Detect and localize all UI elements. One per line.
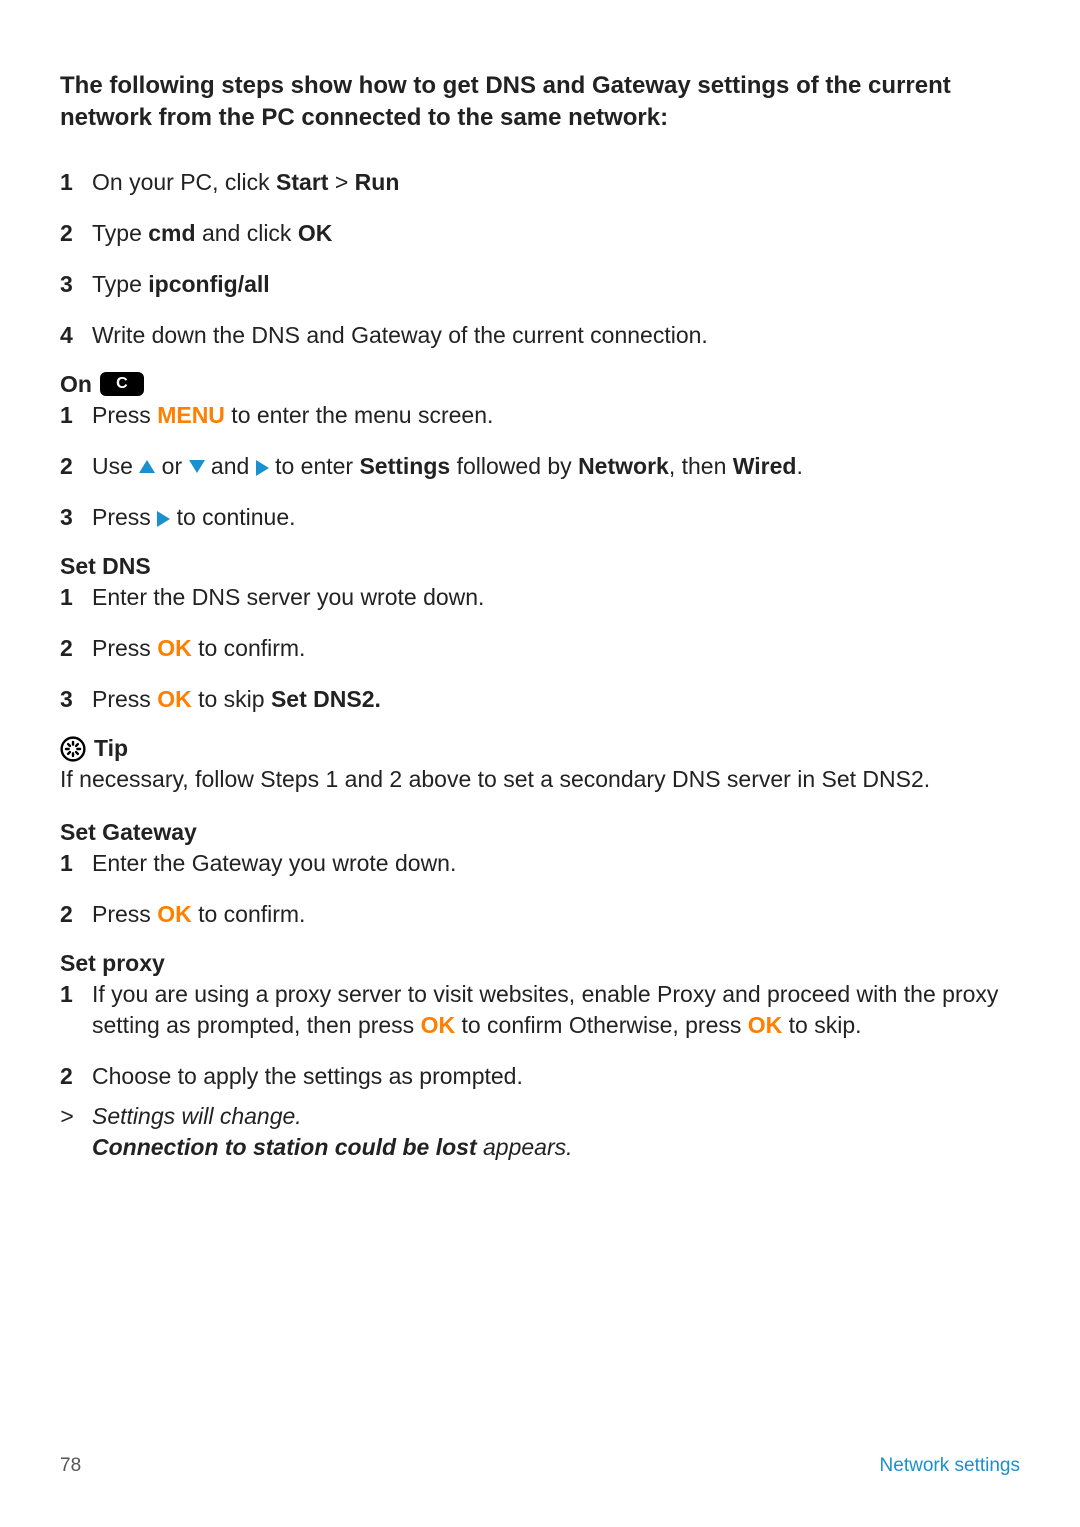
text: Enter the DNS server you wrote down. <box>92 584 484 610</box>
proxy-steps-list: If you are using a proxy server to visit… <box>60 979 1020 1092</box>
text: Type <box>92 220 148 246</box>
text: . <box>796 453 802 479</box>
gateway-steps-list: Enter the Gateway you wrote down. Press … <box>60 848 1020 930</box>
page-number: 78 <box>60 1455 81 1477</box>
result-line-1: Settings will change. <box>92 1103 302 1129</box>
proxy-step-1: If you are using a proxy server to visit… <box>60 979 1020 1041</box>
tip-body: If necessary, follow Steps 1 and 2 above… <box>60 764 1020 795</box>
text: followed by <box>450 453 578 479</box>
text: to confirm. <box>192 901 306 927</box>
page: The following steps show how to get DNS … <box>0 0 1080 1527</box>
page-footer: 78 Network settings <box>60 1455 1020 1477</box>
pc-steps-list: On your PC, click Start > Run Type cmd a… <box>60 167 1020 351</box>
bold: ipconfig/all <box>148 271 269 297</box>
arrow-right-icon <box>256 460 269 476</box>
tip-heading: Tip <box>60 735 1020 762</box>
pc-step-3: Type ipconfig/all <box>60 269 1020 300</box>
tip-label: Tip <box>94 735 128 762</box>
bold: Wired <box>733 453 797 479</box>
bold: OK <box>298 220 333 246</box>
result-marker: > <box>60 1101 73 1132</box>
dns-step-1: Enter the DNS server you wrote down. <box>60 582 1020 613</box>
text: to skip <box>192 686 271 712</box>
text: , then <box>669 453 733 479</box>
ok-label: OK <box>157 635 192 661</box>
device-c-badge-icon: C <box>100 372 144 396</box>
text: or <box>155 453 188 479</box>
bold: cmd <box>148 220 195 246</box>
text: Press <box>92 635 157 661</box>
set-dns-heading: Set DNS <box>60 553 1020 580</box>
device-step-3: Press to continue. <box>60 502 1020 533</box>
text: Write down the DNS and Gateway of the cu… <box>92 322 708 348</box>
set-proxy-heading: Set proxy <box>60 950 1020 977</box>
gw-step-1: Enter the Gateway you wrote down. <box>60 848 1020 879</box>
bold: Start <box>276 169 328 195</box>
device-step-2: Use or and to enter Settings followed by… <box>60 451 1020 482</box>
pc-step-4: Write down the DNS and Gateway of the cu… <box>60 320 1020 351</box>
text: Press <box>92 402 157 428</box>
arrow-down-icon <box>189 460 205 473</box>
pc-step-1: On your PC, click Start > Run <box>60 167 1020 198</box>
ok-label: OK <box>157 901 192 927</box>
dns-step-2: Press OK to confirm. <box>60 633 1020 664</box>
bold: Settings <box>359 453 450 479</box>
on-device-heading: On C <box>60 371 1020 398</box>
result-line-2-post: appears. <box>477 1134 573 1160</box>
text: Press <box>92 504 157 530</box>
pc-step-2: Type cmd and click OK <box>60 218 1020 249</box>
result-note: > Settings will change. Connection to st… <box>60 1101 1020 1163</box>
dns-step-3: Press OK to skip Set DNS2. <box>60 684 1020 715</box>
text: Enter the Gateway you wrote down. <box>92 850 456 876</box>
text: Press <box>92 686 157 712</box>
text: to skip. <box>782 1012 861 1038</box>
arrow-right-icon <box>157 511 170 527</box>
tip-icon <box>60 736 86 762</box>
text: > <box>328 169 354 195</box>
text: to enter <box>269 453 360 479</box>
text: Type <box>92 271 148 297</box>
text: Choose to apply the settings as prompted… <box>92 1063 523 1089</box>
menu-label: MENU <box>157 402 225 428</box>
device-steps-list: Press MENU to enter the menu screen. Use… <box>60 400 1020 533</box>
text: On your PC, click <box>92 169 276 195</box>
ok-label: OK <box>421 1012 456 1038</box>
device-step-1: Press MENU to enter the menu screen. <box>60 400 1020 431</box>
text: and click <box>196 220 298 246</box>
gw-step-2: Press OK to confirm. <box>60 899 1020 930</box>
text: to enter the menu screen. <box>225 402 494 428</box>
dns-steps-list: Enter the DNS server you wrote down. Pre… <box>60 582 1020 715</box>
on-label: On <box>60 371 92 398</box>
text: Press <box>92 901 157 927</box>
intro-paragraph: The following steps show how to get DNS … <box>60 70 1020 135</box>
ok-label: OK <box>157 686 192 712</box>
bold: Run <box>355 169 400 195</box>
proxy-step-2: Choose to apply the settings as prompted… <box>60 1061 1020 1092</box>
result-line-2-bold: Connection to station could be lost <box>92 1134 477 1160</box>
text: to confirm. <box>192 635 306 661</box>
text: to continue. <box>170 504 295 530</box>
arrow-up-icon <box>139 460 155 473</box>
set-gateway-heading: Set Gateway <box>60 819 1020 846</box>
bold: Network <box>578 453 669 479</box>
text: to confirm Otherwise, press <box>455 1012 748 1038</box>
ok-label: OK <box>748 1012 783 1038</box>
text: and <box>205 453 256 479</box>
section-name: Network settings <box>880 1455 1020 1477</box>
bold: Set DNS2. <box>271 686 381 712</box>
text: Use <box>92 453 139 479</box>
